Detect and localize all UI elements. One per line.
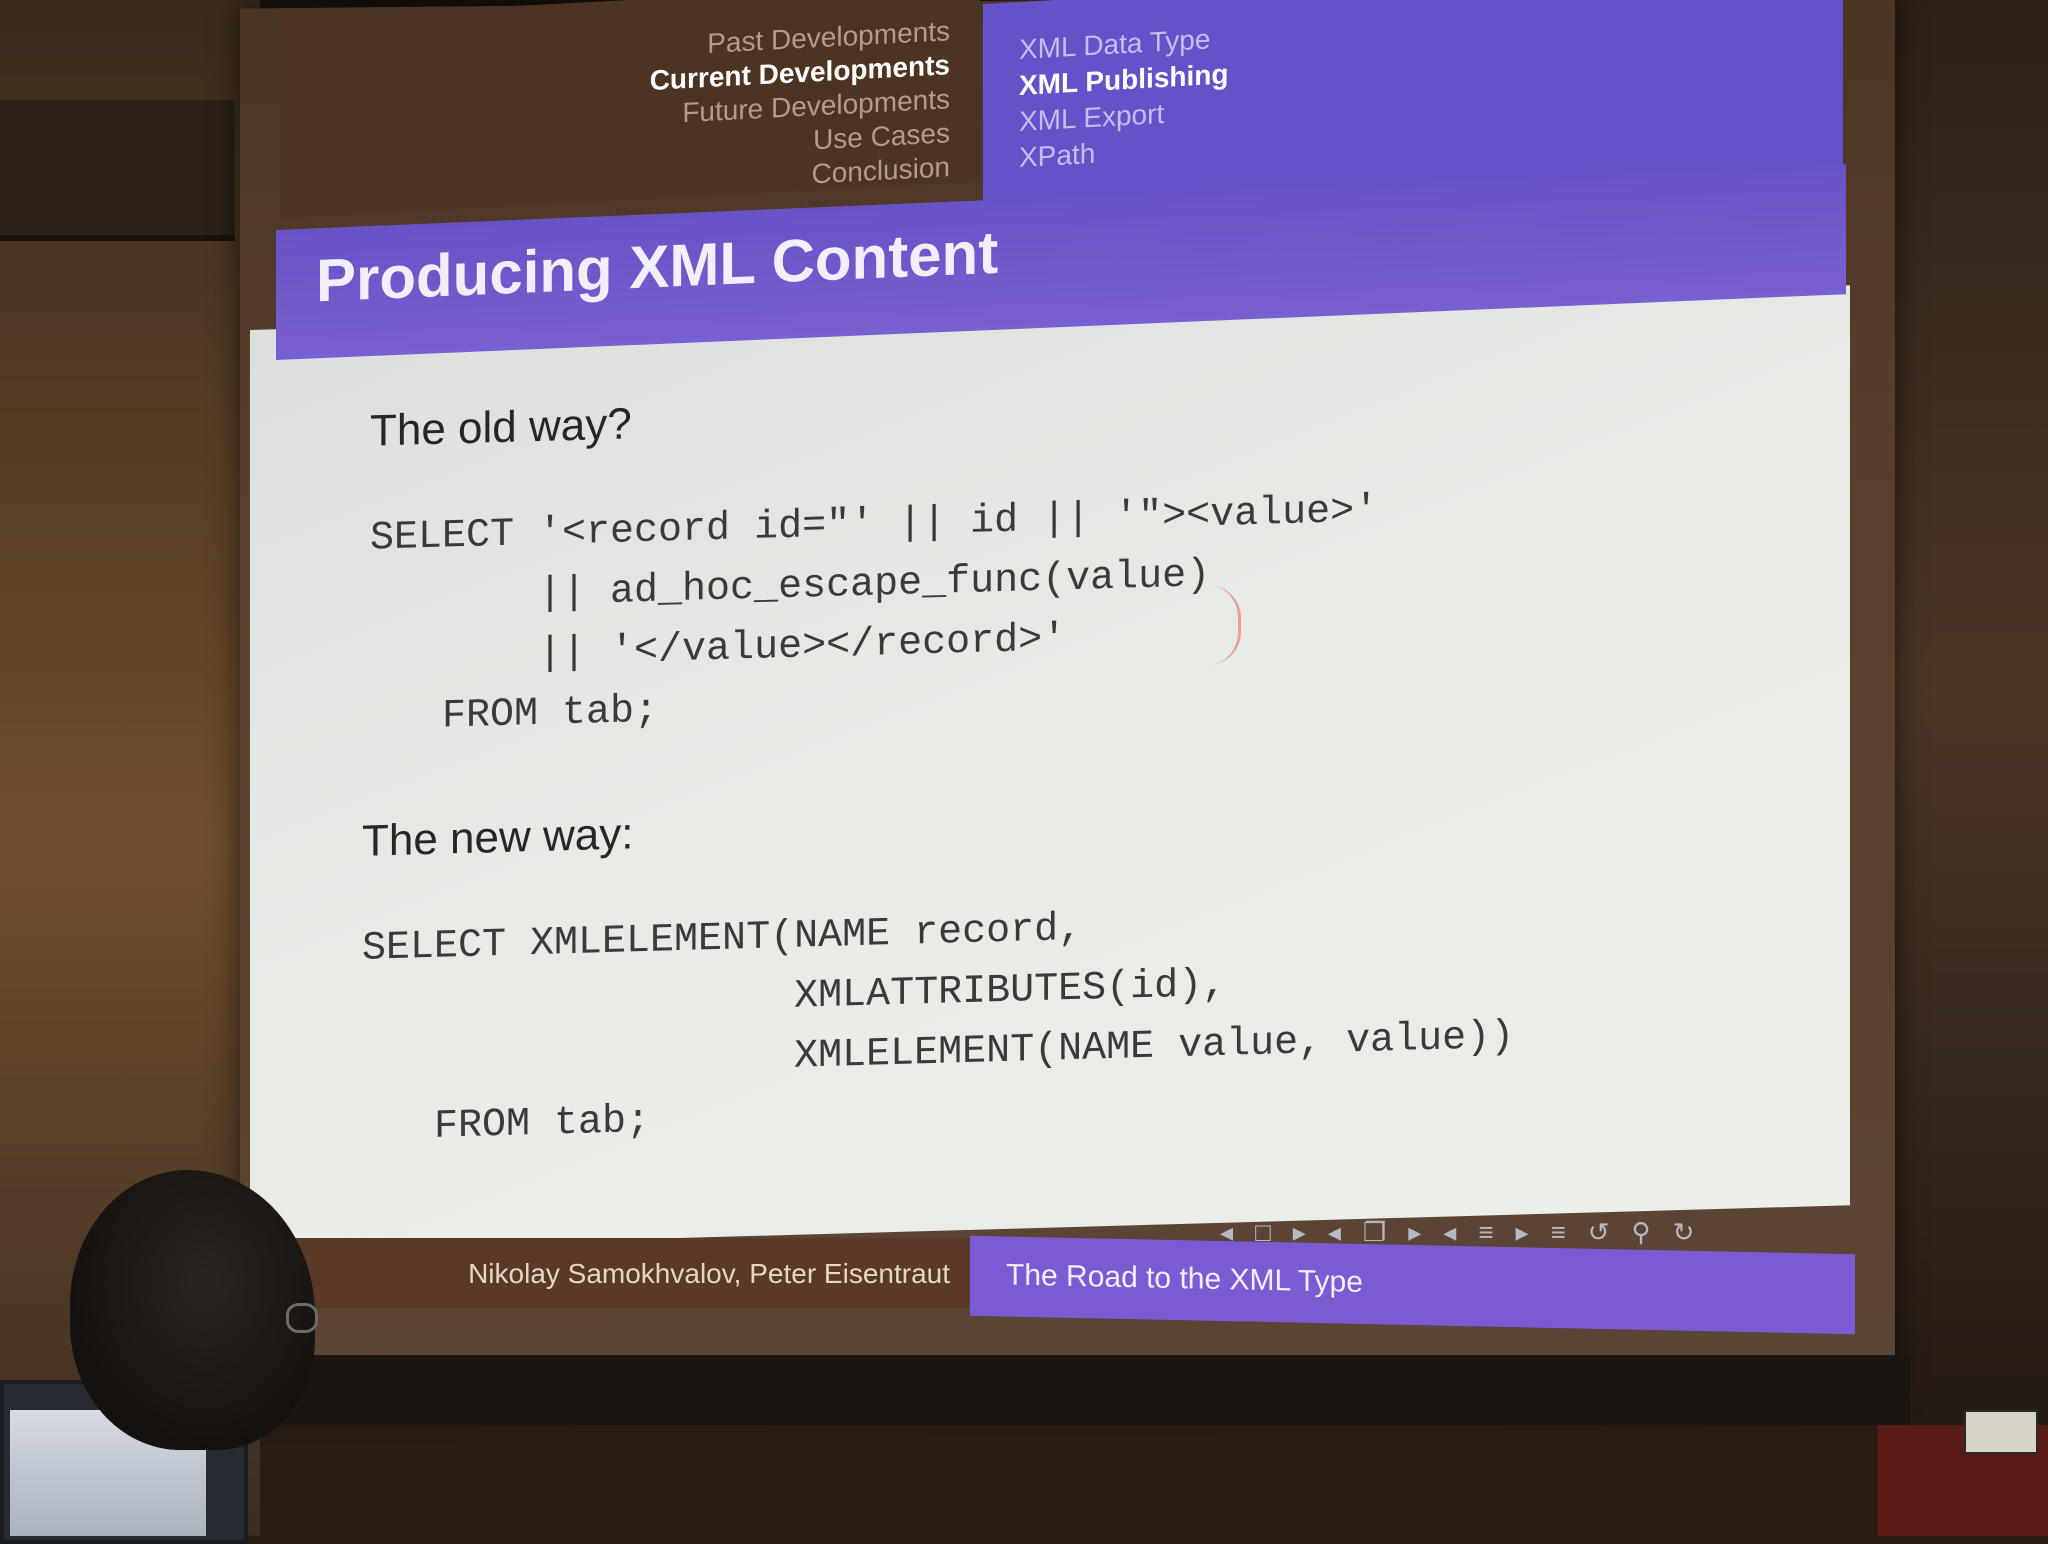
nav-sub-xml-publishing: XML Publishing (1019, 58, 1229, 102)
right-wall (1878, 0, 2048, 1536)
nav-sub-xml-data-type: XML Data Type (1019, 23, 1211, 66)
footer-talk-title: The Road to the XML Type (1006, 1258, 1363, 1299)
footer-authors-bar: Nikolay Samokhvalov, Peter Eisentraut (255, 1238, 970, 1308)
undo-icon[interactable]: ↺ (1588, 1217, 1610, 1248)
nav-sub-xpath: XPath (1019, 137, 1096, 174)
new-code-line-1: SELECT XMLELEMENT(NAME record, (362, 906, 1083, 972)
old-code-line-1: SELECT '<record id="' || id || '"><value… (370, 488, 1379, 562)
subsection-icon[interactable]: ❐ (1363, 1217, 1386, 1248)
subsection-next-icon[interactable]: ▸ (1408, 1217, 1421, 1248)
new-code-line-4: FROM tab; (362, 1098, 651, 1152)
section-navigation: Past Developments Current Developments F… (280, 0, 980, 219)
redo-icon[interactable]: ↻ (1673, 1217, 1695, 1248)
wall-fixture (0, 100, 235, 241)
slide-title: Producing XML Content (316, 218, 999, 315)
new-code-line-2: XMLATTRIBUTES(id), (362, 962, 1227, 1032)
screen-housing (250, 1355, 1910, 1425)
document-icon[interactable]: ≡ (1551, 1217, 1566, 1248)
new-way-heading: The new way: (362, 809, 634, 866)
section-prev-icon[interactable]: ◂ (1443, 1217, 1456, 1248)
nav-section-use-cases: Use Cases (813, 117, 950, 156)
old-code-line-3: || '</value></record>' (370, 617, 1067, 682)
search-icon[interactable]: ⚲ (1632, 1217, 1651, 1248)
old-code-line-2: || ad_hoc_escape_func(value) (370, 553, 1211, 622)
section-icon[interactable]: ≡ (1478, 1217, 1493, 1248)
footer-authors: Nikolay Samokhvalov, Peter Eisentraut (468, 1258, 950, 1289)
old-way-heading: The old way? (370, 399, 632, 456)
slide-content: The old way? SELECT '<record id="' || id… (250, 285, 1850, 1250)
section-next-icon[interactable]: ▸ (1516, 1217, 1529, 1248)
glasses (286, 1303, 318, 1333)
nav-sub-xml-export: XML Export (1019, 97, 1165, 138)
projector-device (1964, 1410, 2038, 1454)
old-code-line-4: FROM tab; (370, 688, 659, 742)
